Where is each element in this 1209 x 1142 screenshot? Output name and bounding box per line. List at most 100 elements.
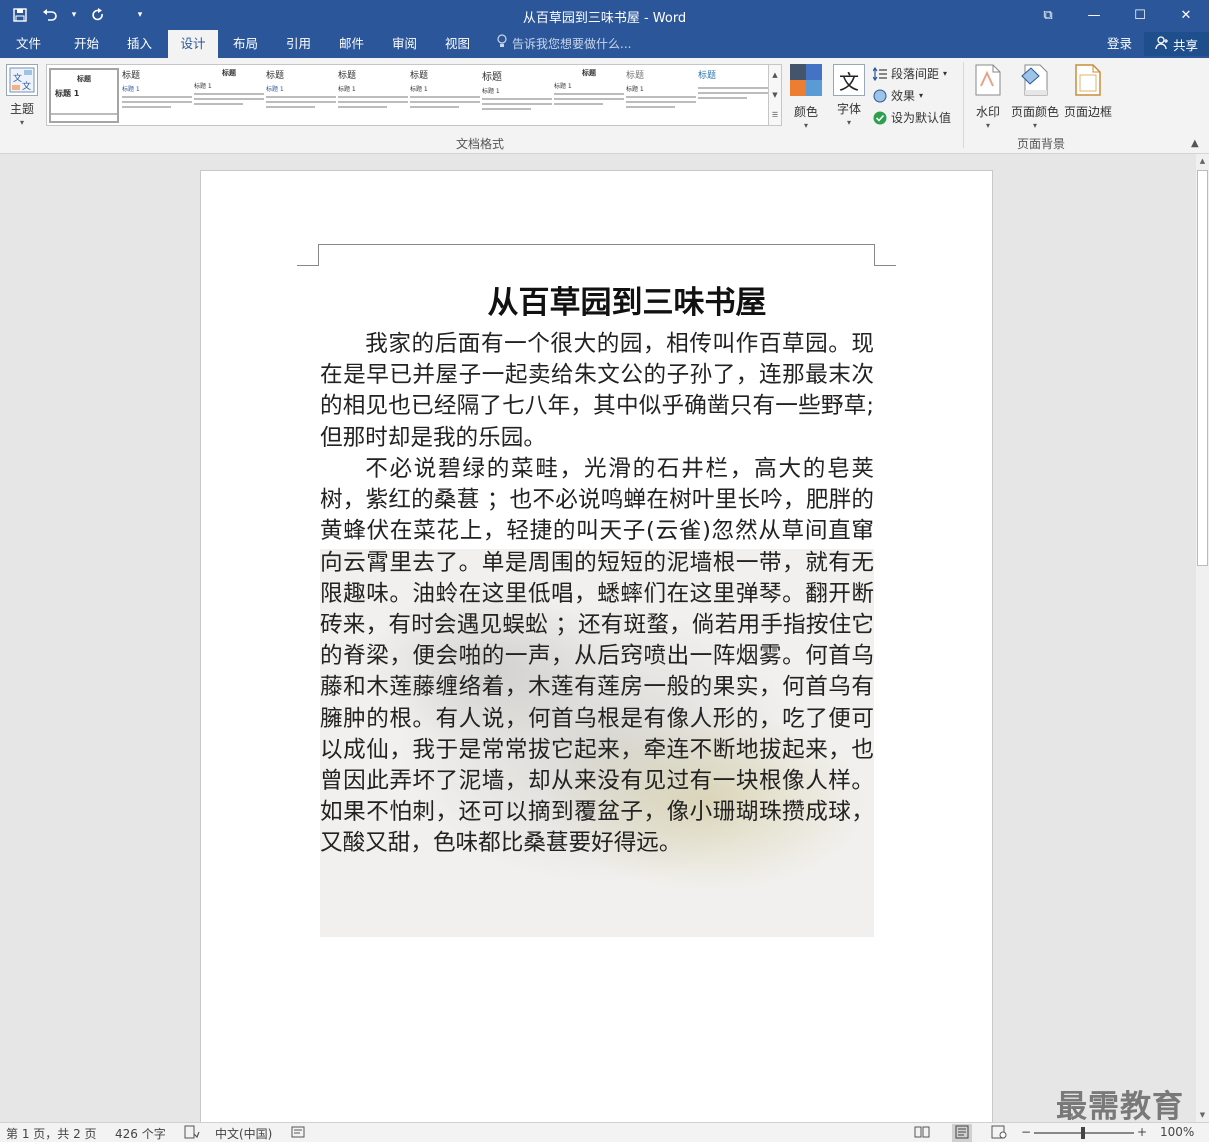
style-set-item[interactable]: 标题 标题 1 xyxy=(554,68,624,123)
close-button[interactable]: ✕ xyxy=(1163,0,1209,30)
scroll-thumb[interactable] xyxy=(1197,170,1208,566)
title-bar: ▾ ▾ 从百草园到三味书屋 - Word ⧉ — ☐ ✕ xyxy=(0,0,1209,30)
language-indicator[interactable]: 中文(中国) xyxy=(215,1125,272,1142)
paragraph-spacing-label: 段落间距 xyxy=(891,67,940,81)
tab-review[interactable]: 审阅 xyxy=(386,30,423,58)
style-set-item[interactable]: 标题 标题 1 xyxy=(122,68,192,123)
watermark-button[interactable]: 水印 ▾ xyxy=(974,64,1002,130)
style-set-item[interactable]: 标题 标题 1 xyxy=(49,68,119,123)
font-icon: 文 xyxy=(833,64,865,96)
page-color-label: 页面颜色 xyxy=(1011,105,1060,119)
style-set-item[interactable]: 标题 标题 1 xyxy=(194,68,264,123)
page-borders-button[interactable]: 页面边框 xyxy=(1064,64,1112,120)
chevron-down-icon: ▾ xyxy=(985,121,990,130)
fonts-label: 字体 xyxy=(836,102,861,116)
save-icon[interactable] xyxy=(8,4,32,26)
chevron-down-icon: ▾ xyxy=(1033,121,1038,130)
set-as-default-button[interactable]: 设为默认值 xyxy=(873,109,951,126)
tell-me-box[interactable]: 告诉我您想要做什么... xyxy=(496,30,631,58)
svg-text:文: 文 xyxy=(13,72,22,84)
chevron-down-icon: ▾ xyxy=(846,118,851,127)
ribbon: 文文 主题 ▾ 标题 标题 1 标题 标题 1 标题 标题 1 标题 标题 1 … xyxy=(0,58,1209,154)
theme-icon: 文文 xyxy=(6,64,38,96)
ribbon-tabs: 文件 开始 插入 设计 布局 引用 邮件 审阅 视图 告诉我您想要做什么... … xyxy=(0,30,1209,58)
checkmark-icon xyxy=(873,111,887,125)
tab-view[interactable]: 视图 xyxy=(439,30,476,58)
zoom-slider-thumb[interactable] xyxy=(1081,1127,1085,1139)
group-separator xyxy=(963,62,964,148)
chevron-down-icon: ▾ xyxy=(19,118,24,127)
tab-insert[interactable]: 插入 xyxy=(121,30,158,58)
tab-home[interactable]: 开始 xyxy=(68,30,105,58)
window-controls: ⧉ — ☐ ✕ xyxy=(1025,0,1209,30)
proofing-icon[interactable] xyxy=(184,1125,200,1142)
body-paragraph: 我家的后面有一个很大的园，相传叫作百草园。现在是早已并屋子一起卖给朱文公的子孙了… xyxy=(320,331,874,451)
zoom-in-button[interactable]: + xyxy=(1137,1125,1147,1139)
document-heading: 从百草园到三味书屋 xyxy=(487,285,767,321)
effects-button[interactable]: 效果 ▾ xyxy=(873,87,923,104)
crop-mark xyxy=(319,244,874,245)
ribbon-display-options-button[interactable]: ⧉ xyxy=(1025,0,1071,30)
document-page[interactable]: 从百草园到三味书屋 我家的后面有一个很大的园，相传叫作百草园。现在是早已并屋子一… xyxy=(200,170,993,1130)
zoom-out-button[interactable]: − xyxy=(1021,1125,1031,1139)
undo-dropdown-icon[interactable]: ▾ xyxy=(68,4,80,26)
watermark-label: 水印 xyxy=(975,105,1000,119)
page-background-group-label: 页面背景 xyxy=(1017,137,1066,151)
tab-references[interactable]: 引用 xyxy=(280,30,317,58)
fonts-button[interactable]: 文 字体 ▾ xyxy=(833,64,865,127)
style-set-item[interactable]: 标题 标题 1 xyxy=(626,68,696,123)
macro-recording-icon[interactable] xyxy=(291,1125,305,1142)
paragraph-spacing-button[interactable]: 段落间距 ▾ xyxy=(873,65,947,82)
minimize-button[interactable]: — xyxy=(1071,0,1117,30)
chevron-down-icon: ▾ xyxy=(803,121,808,130)
colors-label: 颜色 xyxy=(793,105,818,119)
themes-label: 主题 xyxy=(9,102,34,116)
tab-mailings[interactable]: 邮件 xyxy=(333,30,370,58)
colors-button[interactable]: 颜色 ▾ xyxy=(790,64,822,130)
crop-mark xyxy=(874,244,896,266)
share-label: 共享 xyxy=(1172,37,1198,53)
style-set-item[interactable]: 标题 xyxy=(698,68,768,123)
effects-label: 效果 xyxy=(891,89,916,103)
page-color-button[interactable]: 页面颜色 ▾ xyxy=(1011,64,1059,130)
tab-layout[interactable]: 布局 xyxy=(227,30,264,58)
style-set-gallery: 标题 标题 1 标题 标题 1 标题 标题 1 标题 标题 1 标题 标题 1 … xyxy=(46,64,770,126)
read-mode-icon[interactable] xyxy=(914,1125,930,1142)
style-set-item[interactable]: 标题 标题 1 xyxy=(266,68,336,123)
brand-watermark: 最需教育 xyxy=(1056,1089,1184,1125)
print-layout-icon[interactable] xyxy=(952,1124,972,1142)
chevron-down-icon: ▾ xyxy=(919,91,924,100)
more-icon[interactable]: ☰ xyxy=(772,111,778,119)
scroll-down-icon[interactable]: ▼ xyxy=(1196,1108,1209,1122)
sign-in-link[interactable]: 登录 xyxy=(1107,30,1132,58)
maximize-button[interactable]: ☐ xyxy=(1117,0,1163,30)
lightbulb-icon xyxy=(496,30,508,58)
word-count[interactable]: 426 个字 xyxy=(115,1125,166,1142)
gallery-scroll[interactable]: ▲ ▼ ☰ xyxy=(768,64,782,126)
watermark-icon xyxy=(974,64,1002,99)
chevron-down-icon[interactable]: ▼ xyxy=(772,91,777,99)
customize-qat-icon[interactable]: ▾ xyxy=(134,4,146,26)
undo-icon[interactable] xyxy=(38,4,62,26)
web-layout-icon[interactable] xyxy=(991,1125,1007,1142)
chevron-down-icon: ▾ xyxy=(943,69,948,78)
themes-button[interactable]: 文文 主题 ▾ xyxy=(6,64,38,127)
style-set-item[interactable]: 标题 标题 1 xyxy=(338,68,408,123)
redo-icon[interactable] xyxy=(86,4,110,26)
chevron-up-icon[interactable]: ▲ xyxy=(772,71,777,79)
style-set-item[interactable]: 标题 标题 1 xyxy=(410,68,480,123)
status-bar: 第 1 页，共 2 页 426 个字 中文(中国) − + 100% xyxy=(0,1122,1209,1142)
collapse-ribbon-icon[interactable]: ▲ xyxy=(1191,138,1199,149)
tab-design[interactable]: 设计 xyxy=(168,30,218,58)
paragraph-spacing-icon xyxy=(873,66,887,81)
style-set-item[interactable]: 标题 标题 1 xyxy=(482,68,552,123)
page-border-icon xyxy=(1074,64,1102,99)
scroll-up-icon[interactable]: ▲ xyxy=(1196,154,1209,168)
share-button[interactable]: 共享 xyxy=(1144,32,1209,56)
tab-file[interactable]: 文件 xyxy=(10,30,47,58)
svg-text:文: 文 xyxy=(22,80,31,92)
vertical-scrollbar[interactable]: ▲ ▼ xyxy=(1196,154,1209,1122)
page-count[interactable]: 第 1 页，共 2 页 xyxy=(6,1125,97,1142)
body-paragraph: 不必说碧绿的菜畦，光滑的石井栏，高大的皂荚树，紫红的桑葚 ；也不必说鸣蝉在树叶里… xyxy=(320,456,874,857)
zoom-level[interactable]: 100% xyxy=(1160,1125,1194,1139)
